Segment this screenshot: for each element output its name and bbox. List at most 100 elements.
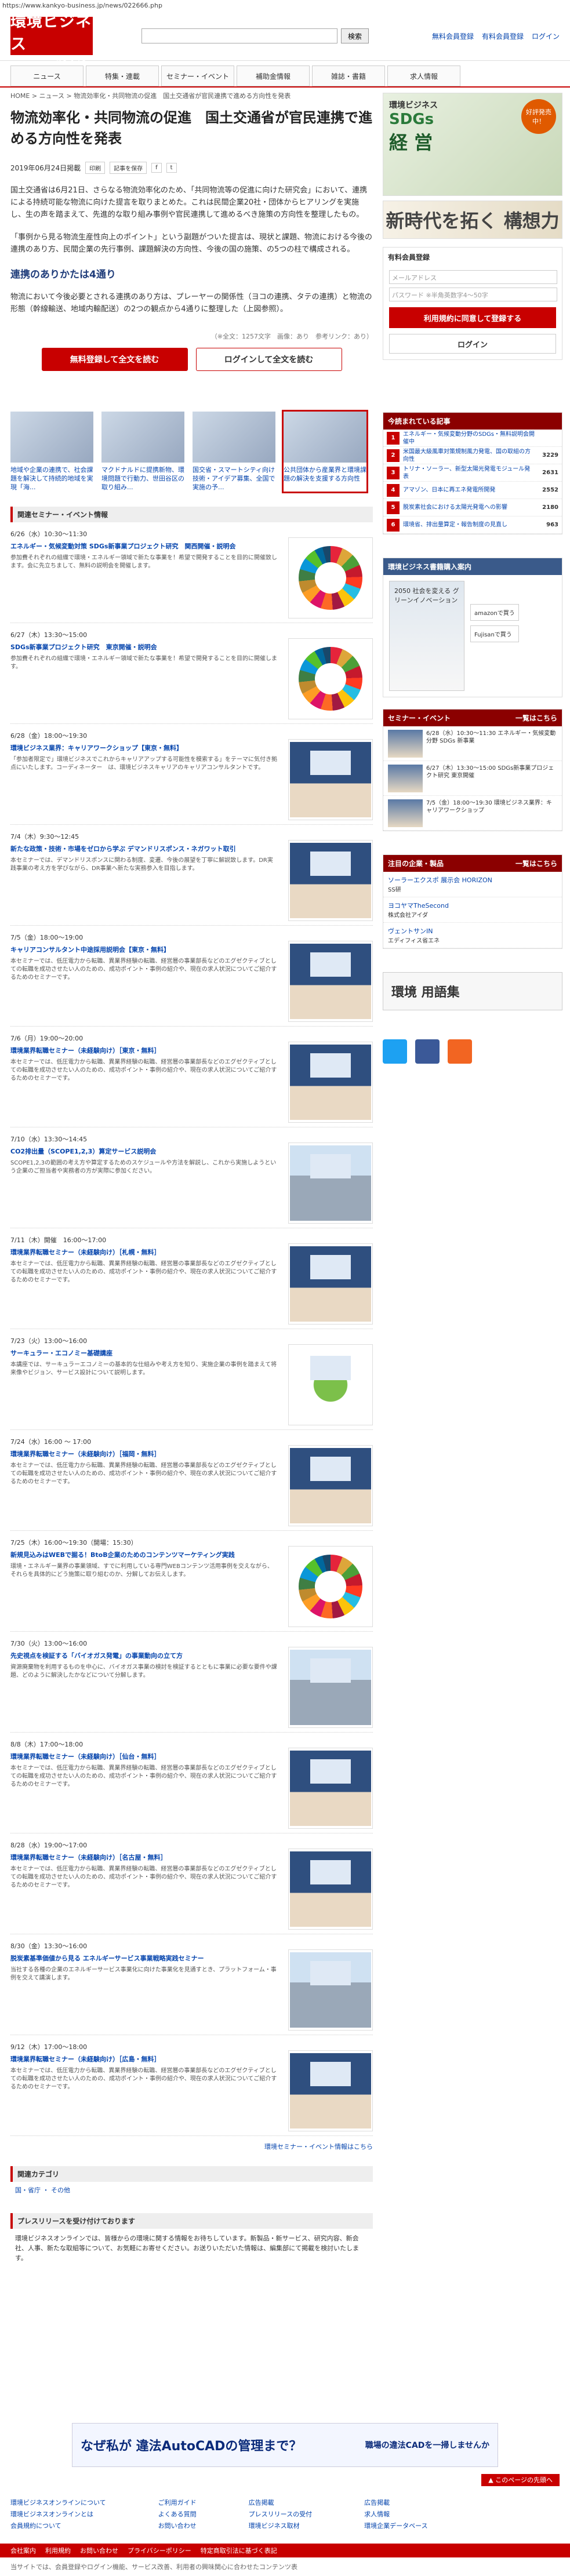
- amazon-button[interactable]: amazonで買う: [470, 604, 519, 621]
- login-link[interactable]: ログイン: [532, 31, 560, 41]
- rss-icon[interactable]: [448, 1039, 472, 1064]
- footer-link[interactable]: プレスリリースの受付: [249, 2510, 312, 2518]
- search-button[interactable]: 検索: [341, 28, 369, 43]
- event-image[interactable]: [288, 1143, 373, 1224]
- event-title-link[interactable]: 環境業界転職セミナー（未経験向け）［福岡・無料］: [10, 1450, 277, 1458]
- ranking-title-link[interactable]: アマゾン、日本に再エネ発電所開発: [403, 486, 535, 494]
- event-title-link[interactable]: サーキュラー・エコノミー基礎講座: [10, 1349, 277, 1358]
- email-field[interactable]: メールアドレス: [389, 270, 557, 284]
- event-title-link[interactable]: 新たな政策・技術・市場をゼロから学ぶ デマンドリスポンス・ネガワット取引: [10, 845, 277, 853]
- event-title-link[interactable]: 環境業界転職セミナー（未経験向け）［東京・無料］: [10, 1046, 277, 1055]
- search-input[interactable]: [141, 28, 337, 43]
- ranking-title-link[interactable]: エネルギー・気候変動分野のSDGs・無料説明会開催中: [403, 431, 535, 446]
- related-title[interactable]: 公共団体から産業界と環境課題の解決を支援する方向性: [284, 465, 366, 483]
- event-title-link[interactable]: 新規見込みはWEBで掘る！BtoB企業のためのコンテンツマーケティング実践: [10, 1551, 277, 1559]
- glossary-banner[interactable]: 環境 用語集: [383, 972, 562, 1010]
- related-title[interactable]: 国交省・スマートシティ向け技術・アイデア募集、全国で実施の予...: [193, 465, 275, 492]
- ranking-item[interactable]: 1 エネルギー・気候変動分野のSDGs・無料説明会開催中: [383, 430, 562, 447]
- nav-seminar[interactable]: セミナー・イベント: [161, 66, 234, 86]
- event-image[interactable]: [288, 2050, 373, 2131]
- event-title-link[interactable]: CO2排出量（SCOPE1,2,3）算定サービス説明会: [10, 1147, 277, 1156]
- event-image[interactable]: [288, 1042, 373, 1123]
- related-item[interactable]: 公共団体から産業界と環境課題の解決を支援する方向性: [282, 410, 368, 493]
- footer-ad[interactable]: なぜ私が 違法AutoCADの管理まで？ 職場の違法CADを一掃しませんか: [72, 2423, 498, 2467]
- event-image[interactable]: [288, 1849, 373, 1930]
- related-item[interactable]: 国交省・スマートシティ向け技術・アイデア募集、全国で実施の予...: [193, 412, 275, 492]
- footer-link[interactable]: 環境ビジネスオンラインについて: [10, 2499, 106, 2506]
- event-title-link[interactable]: 環境ビジネス業界：キャリアワークショップ【東京・無料】: [10, 744, 277, 752]
- nav-jobs[interactable]: 求人情報: [387, 66, 460, 86]
- event-image[interactable]: [288, 1546, 373, 1627]
- event-title-link[interactable]: 環境業界転職セミナー（未経験向け）［広島・無料］: [10, 2055, 277, 2064]
- ranking-title-link[interactable]: 脱炭素社会における太陽光発電への影響: [403, 504, 535, 511]
- side-login-button[interactable]: ログイン: [389, 334, 556, 354]
- event-image[interactable]: [288, 1243, 373, 1325]
- event-title-link[interactable]: 脱炭素基準価値から見る エネルギーサービス事業戦略実践セミナー: [10, 1954, 277, 1963]
- footer-link[interactable]: よくある質問: [158, 2510, 197, 2518]
- seminar-text[interactable]: 6/28（水）10:30〜11:30 エネルギー・気候変動分野 SDGs 新事業: [426, 730, 557, 757]
- book-cover[interactable]: 2050 社会を変える グリーンイノベーション: [389, 581, 464, 691]
- footer-link[interactable]: お問い合わせ: [158, 2522, 197, 2530]
- company-link[interactable]: ソーラーエクスポ 展示会 HORIZON: [388, 876, 492, 884]
- footer-bar-link[interactable]: 特定商取引法に基づく表記: [201, 2546, 277, 2555]
- ranking-title-link[interactable]: 米国最大級風車対策規制風力発電、国の取組の方向性: [403, 448, 535, 463]
- event-title-link[interactable]: SDGs新事業プロジェクト研究 東京開催・説明会: [10, 643, 277, 652]
- related-title[interactable]: マクドナルドに提携新物、環境問題で行動力、世田谷区の取り組み...: [101, 465, 184, 492]
- company-link[interactable]: ヨコヤマTheSecond: [388, 902, 449, 909]
- event-title-link[interactable]: キャリアコンサルタント中途採用説明会【東京・無料】: [10, 945, 277, 954]
- event-title-link[interactable]: 環境業界転職セミナー（未経験向け）［名古屋・無料］: [10, 1853, 277, 1862]
- ranking-item[interactable]: 2 米国最大級風車対策規制風力発電、国の取組の方向性 3229: [383, 447, 562, 464]
- event-image[interactable]: [288, 537, 373, 618]
- footer-bar-link[interactable]: 利用規約: [45, 2546, 71, 2555]
- nav-news[interactable]: ニュース: [10, 66, 83, 86]
- events-more-link[interactable]: 環境セミナー・イベント情報はこちら: [264, 2143, 373, 2151]
- footer-link[interactable]: 環境企業データベース: [364, 2522, 427, 2530]
- page-top-button[interactable]: ▲ このページの先頭へ: [481, 2474, 560, 2486]
- related-title[interactable]: 地域や企業の連携で、社会課題を解決して持続的地域を実現「海...: [10, 465, 93, 492]
- event-image[interactable]: [288, 840, 373, 921]
- category-link[interactable]: 国・省庁 ・ その他: [15, 2186, 70, 2194]
- seminar-text[interactable]: 6/27（木）13:30〜15:00 SDGs新事業プロジェクト研究 東京開催: [426, 765, 557, 792]
- footer-bar-link[interactable]: プライバシーポリシー: [128, 2546, 191, 2555]
- event-image[interactable]: [288, 638, 373, 719]
- magazine-ad[interactable]: 環境ビジネス SDGs 経 営 好評発売中！: [383, 93, 562, 196]
- seminar-more-link[interactable]: 一覧はこちら: [515, 713, 557, 723]
- footer-link[interactable]: ご利用ガイド: [158, 2499, 197, 2506]
- magazine-ad-banner[interactable]: 新時代を拓く 構想力: [383, 201, 562, 239]
- company-more-link[interactable]: 一覧はこちら: [515, 858, 557, 868]
- print-button[interactable]: 印刷: [85, 162, 106, 174]
- facebook-icon[interactable]: [415, 1039, 440, 1064]
- login-read-button[interactable]: ログインして全文を読む: [195, 348, 342, 371]
- related-item[interactable]: 地域や企業の連携で、社会課題を解決して持続的地域を実現「海...: [10, 412, 93, 492]
- seminar-item[interactable]: 7/5（金）18:00〜19:30 環境ビジネス業界：キャリアワークショップ: [383, 796, 562, 831]
- company-link[interactable]: ヴェントサンIN: [388, 927, 433, 935]
- footer-link[interactable]: 環境ビジネス取材: [249, 2522, 300, 2530]
- company-item[interactable]: ヴェントサンIN エディフィス省エネ: [383, 923, 562, 948]
- fujisan-button[interactable]: Fujisanで買う: [470, 625, 519, 642]
- ranking-item[interactable]: 5 脱炭素社会における太陽光発電への影響 2180: [383, 499, 562, 516]
- twitter-icon[interactable]: [383, 1039, 407, 1064]
- company-item[interactable]: ソーラーエクスポ 展示会 HORIZON SS研: [383, 872, 562, 897]
- footer-bar-link[interactable]: お問い合わせ: [80, 2546, 118, 2555]
- register-read-button[interactable]: 無料登録して全文を読む: [41, 348, 188, 371]
- footer-link[interactable]: 環境ビジネスオンラインとは: [10, 2510, 93, 2518]
- event-image[interactable]: [288, 1344, 373, 1425]
- seminar-item[interactable]: 6/27（木）13:30〜15:00 SDGs新事業プロジェクト研究 東京開催: [383, 761, 562, 796]
- event-image[interactable]: [288, 1647, 373, 1728]
- event-image[interactable]: [288, 1445, 373, 1526]
- footer-link[interactable]: 求人情報: [364, 2510, 390, 2518]
- share-tw-button[interactable]: t: [166, 163, 177, 173]
- footer-link[interactable]: 会員規約について: [10, 2522, 61, 2530]
- paid-register-link[interactable]: 有料会員登録: [482, 31, 524, 41]
- ranking-item[interactable]: 4 アマゾン、日本に再エネ発電所開発 2552: [383, 482, 562, 499]
- footer-bar-link[interactable]: 会社案内: [10, 2546, 36, 2555]
- event-image[interactable]: [288, 1949, 373, 2031]
- save-article-button[interactable]: 記事を保存: [110, 162, 147, 174]
- company-item[interactable]: ヨコヤマTheSecond 株式会社アイダ: [383, 897, 562, 923]
- event-title-link[interactable]: 環境業界転職セミナー（未経験向け）［仙台・無料］: [10, 1752, 277, 1761]
- ranking-title-link[interactable]: トリナ・ソーラー、新型太陽光発電モジュール発表: [403, 465, 535, 481]
- related-item[interactable]: マクドナルドに提携新物、環境問題で行動力、世田谷区の取り組み...: [101, 412, 184, 492]
- nav-subsidy[interactable]: 補助金情報: [237, 66, 310, 86]
- ranking-title-link[interactable]: 環境省、排出量算定・報告制度の見直し: [403, 521, 535, 529]
- event-image[interactable]: [288, 1748, 373, 1829]
